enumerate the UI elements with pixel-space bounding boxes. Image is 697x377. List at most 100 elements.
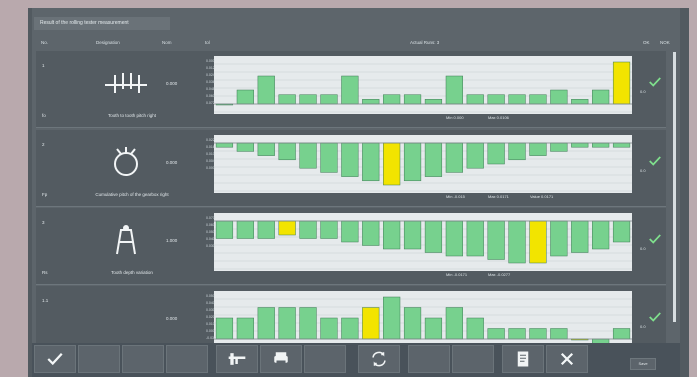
blank-button-1[interactable] [78, 345, 120, 373]
cancel-button[interactable] [546, 345, 588, 373]
chart-bar [215, 142, 234, 148]
document-button[interactable] [502, 345, 544, 373]
chart-bar [278, 220, 296, 236]
axis-tick-label: 0.040 [206, 301, 215, 305]
sync-button[interactable] [358, 345, 400, 373]
chart-bar [236, 89, 254, 105]
col-nom: Nom [162, 40, 172, 45]
axis-tick-label: 0.020 [206, 315, 215, 319]
stat-max: Max 0.0171 [488, 194, 509, 199]
axis-tick-label: 0.010 [206, 152, 215, 156]
chart-bar [278, 94, 296, 105]
chart-bar [236, 142, 254, 152]
window-tab[interactable]: Result of the rolling tester measurement [34, 17, 170, 30]
chart-bg [214, 291, 632, 349]
col-no: No. [41, 40, 49, 45]
chart-bar [508, 142, 526, 161]
chart-bar [320, 220, 338, 239]
chart-bar [299, 142, 317, 169]
stat-max: Max 0.0106 [488, 115, 509, 120]
chart-bar [550, 89, 568, 105]
chart-bar [403, 307, 422, 340]
deviation-chart [214, 135, 632, 193]
chart-bar [299, 220, 317, 239]
chart-bar [362, 142, 380, 182]
chart-bar [341, 220, 359, 243]
pass-check-icon [649, 312, 661, 322]
result-row: 3 Rs Tooth depth variation 1.000 0.070 0.060 0… [36, 208, 666, 285]
chart-bar [383, 94, 401, 105]
vertical-scrollbar[interactable] [673, 52, 676, 322]
axis-tick-label: 0.060 [206, 94, 215, 98]
chart-bar [466, 317, 484, 340]
axis-tick-label: 0.012 [206, 66, 215, 70]
axis-tick-label: 0.030 [206, 244, 215, 248]
chart-bar [383, 220, 401, 250]
row-subid: Rs [42, 270, 48, 275]
chart-bar [403, 142, 422, 182]
chart-bar [592, 220, 610, 250]
caliper-icon [228, 353, 246, 365]
chart-bar [550, 142, 568, 152]
chart-bar [571, 99, 589, 105]
axis-tick-label: 0.072 [206, 101, 215, 105]
row-subid: Fp [42, 192, 48, 197]
row-description: Tooth depth variation [111, 270, 153, 275]
stat-value: Value 0.0171 [530, 194, 554, 199]
stat-min: Min -0.0171 [446, 272, 468, 277]
chart-bar [487, 94, 505, 105]
chart-bg [214, 56, 632, 114]
axis-tick-label: 0.000 [206, 166, 215, 170]
axis-tick-label: 0.070 [206, 216, 215, 220]
result-row: 2 Fp Cumulative pitch of the gearbox right… [36, 130, 666, 207]
chart-bar [424, 317, 443, 340]
axis-tick-label: 0.000 [206, 59, 215, 63]
axis-tick-label: 0.000 [206, 329, 215, 333]
chart-bar [612, 61, 631, 105]
check-button[interactable] [34, 345, 76, 373]
chart-bar [257, 307, 275, 340]
chart-bar [445, 75, 463, 105]
axis-tick-label: 0.048 [206, 87, 215, 91]
blank-button-5[interactable] [408, 345, 450, 373]
save-button[interactable]: Save [630, 358, 656, 370]
ok-value: 0.0 [640, 324, 646, 329]
row-value: 1.000 [166, 238, 178, 243]
chart-bar [320, 142, 338, 173]
row-value: 0.000 [166, 160, 178, 165]
chart-bar [362, 99, 380, 105]
chart-bar [257, 220, 275, 239]
chart-bar [612, 142, 631, 148]
chart-bar [362, 307, 380, 340]
chart-bar [445, 307, 463, 340]
gear-diagram-icon [114, 147, 138, 176]
chart-bar [383, 296, 401, 340]
chart-bar [550, 328, 568, 340]
chart-bar [299, 307, 317, 340]
blank-button-3[interactable] [166, 345, 208, 373]
close-icon [560, 352, 574, 366]
axis-tick-label: 0.030 [206, 308, 215, 312]
col-tol: tol [205, 40, 210, 45]
chart-bar [466, 94, 484, 105]
blank-button-2[interactable] [122, 345, 164, 373]
chart-bar [612, 328, 631, 340]
caliper-button[interactable] [216, 345, 258, 373]
chart-bar [424, 220, 443, 253]
chart-bar [529, 220, 547, 264]
blank-button-4[interactable] [304, 345, 346, 373]
chart-bar [257, 142, 275, 156]
chart-bar [320, 317, 338, 340]
axis-tick-label: 0.004 [206, 159, 215, 163]
print-button[interactable] [260, 345, 302, 373]
chart-bar [508, 328, 526, 340]
deviation-chart [214, 213, 632, 271]
axis-tick-label: 0.050 [206, 294, 215, 298]
chart-bar [571, 142, 589, 148]
pass-check-icon [649, 156, 661, 166]
blank-button-6[interactable] [452, 345, 494, 373]
stat-min: Min -0.015 [446, 194, 465, 199]
chart-bar [424, 142, 443, 177]
bottom-toolbar: Save [32, 343, 680, 377]
axis-tick-label: 0.040 [206, 237, 215, 241]
